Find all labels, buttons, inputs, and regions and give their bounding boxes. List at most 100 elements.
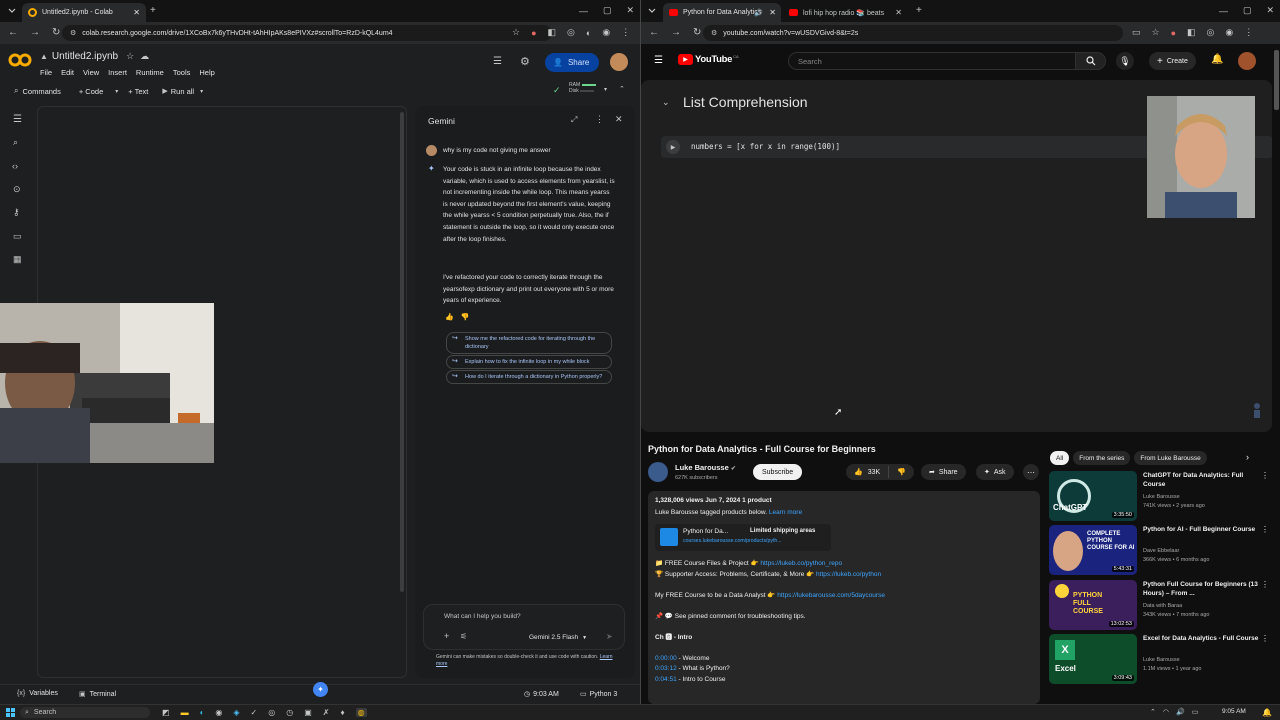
extension-icon[interactable]: ◎ xyxy=(1207,27,1215,38)
thumbs-up-icon[interactable]: 👍 xyxy=(445,313,454,321)
add-text-button[interactable]: + Text xyxy=(128,87,148,96)
extension-icon[interactable]: ◎ xyxy=(567,27,575,38)
menu-insert[interactable]: Insert xyxy=(108,68,127,77)
notification-bell-icon[interactable]: 🔔 xyxy=(1262,708,1272,717)
new-tab-icon[interactable]: + xyxy=(916,5,922,16)
gemini-fab-icon[interactable]: ✦ xyxy=(313,682,328,697)
suggestion-chip[interactable]: ↪ How do I iterate through a dictionary … xyxy=(446,370,612,384)
share-button[interactable]: 👤 Share xyxy=(545,53,599,72)
chip-from-series[interactable]: From the series xyxy=(1073,451,1131,465)
learn-more-link[interactable]: Learn more xyxy=(769,509,802,516)
app-icon[interactable]: ✗ xyxy=(323,708,330,717)
variables-icon[interactable]: ⊙ xyxy=(13,184,21,195)
taskbar-search[interactable]: ⌕ Search xyxy=(20,707,150,718)
more-vert-icon[interactable]: ⋮ xyxy=(595,114,604,125)
menu-dots-icon[interactable]: ⋮ xyxy=(621,27,630,38)
url-field[interactable]: ⚙ colab.research.google.com/drive/1XCoBx… xyxy=(62,25,552,41)
app-icon[interactable]: ◷ xyxy=(286,708,293,717)
account-avatar[interactable] xyxy=(610,53,628,71)
tab-youtube-python[interactable]: Python for Data Analytics 🔊 ✕ xyxy=(663,3,781,22)
recommended-video[interactable]: X Excel 3:09:43 Excel for Data Analytics… xyxy=(1049,634,1271,686)
description-link[interactable]: https://lukeb.co/python xyxy=(816,571,881,578)
menu-runtime[interactable]: Runtime xyxy=(136,68,164,77)
video-thumbnail[interactable]: ChatGPT 3:35:50 xyxy=(1049,471,1137,521)
chapter-timestamp[interactable]: 0:03:12 xyxy=(655,665,677,672)
send-icon[interactable]: ➤ xyxy=(606,632,613,641)
toc-icon[interactable]: ☰ xyxy=(13,114,22,125)
chevron-right-icon[interactable]: › xyxy=(1246,452,1249,462)
video-description[interactable]: 1,328,006 views Jun 7, 2024 1 product Lu… xyxy=(648,491,1040,704)
cast-icon[interactable]: ▭ xyxy=(1132,27,1141,38)
model-selector[interactable]: Gemini 2.5 Flash ▼ xyxy=(529,634,587,641)
like-button[interactable]: 👍 33K xyxy=(846,464,888,480)
chip-all[interactable]: All xyxy=(1050,451,1070,465)
profile-icon[interactable]: ◉ xyxy=(1225,27,1233,38)
files-folder-icon[interactable]: ▭ xyxy=(13,231,22,242)
back-icon[interactable]: ← xyxy=(8,27,18,38)
minimize-icon[interactable]: — xyxy=(1219,6,1228,16)
page-scrollbar[interactable] xyxy=(1274,50,1279,110)
menu-tools[interactable]: Tools xyxy=(173,68,191,77)
comments-icon[interactable]: ☰ xyxy=(493,56,502,67)
add-attachment-icon[interactable]: + xyxy=(444,631,449,641)
dislike-button[interactable]: 👎 xyxy=(889,464,914,480)
menu-dots-icon[interactable]: ⋮ xyxy=(1244,27,1253,38)
hamburger-menu-icon[interactable]: ☰ xyxy=(654,55,663,66)
maximize-icon[interactable]: ▢ xyxy=(1243,5,1252,16)
app-icon[interactable]: ✓ xyxy=(251,708,258,717)
tab-list-icon[interactable] xyxy=(648,6,656,14)
subscribe-button[interactable]: Subscribe xyxy=(753,464,803,480)
account-avatar[interactable] xyxy=(1238,52,1256,70)
close-icon[interactable]: ✕ xyxy=(615,114,623,125)
commands-button[interactable]: Commands xyxy=(22,87,60,96)
extension-icon[interactable]: ◧ xyxy=(1187,27,1196,38)
extension-icon[interactable]: ◐ xyxy=(586,28,591,38)
edge-icon[interactable]: ◐ xyxy=(200,708,205,717)
chrome-icon[interactable]: ◍ xyxy=(355,708,367,717)
menu-file[interactable]: File xyxy=(40,68,52,77)
tab-lofi[interactable]: lofi hip hop radio 📚 beats ✕ xyxy=(783,3,907,22)
youtube-search-input[interactable]: Search xyxy=(788,52,1076,70)
search-button[interactable] xyxy=(1076,52,1106,70)
app-icon[interactable]: ♦ xyxy=(340,708,344,717)
more-actions-icon[interactable]: ⋯ xyxy=(1023,464,1039,480)
recommended-video[interactable]: ChatGPT 3:35:50 ChatGPT for Data Analyti… xyxy=(1049,471,1271,523)
video-player[interactable]: ⌄ List Comprehension ▶ numbers = [x for … xyxy=(641,80,1272,432)
chevron-down-icon[interactable]: ▾ xyxy=(115,88,118,95)
menu-edit[interactable]: Edit xyxy=(61,68,74,77)
notifications-bell-icon[interactable]: 🔔 xyxy=(1211,54,1223,65)
create-button[interactable]: + Create xyxy=(1149,52,1196,70)
video-thumbnail[interactable]: PYTHON FULL COURSE 13:02:53 xyxy=(1049,580,1137,630)
tab-close-icon[interactable]: ✕ xyxy=(769,8,776,17)
resources-indicator[interactable]: RAM Disk xyxy=(569,82,596,94)
tab-close-icon[interactable]: ✕ xyxy=(895,8,902,17)
thumbs-down-icon[interactable]: 👎 xyxy=(461,313,470,321)
suggestion-chip[interactable]: ↪ Show me the refactored code for iterat… xyxy=(446,332,612,354)
youtube-logo[interactable]: ▶ YouTube CA xyxy=(678,54,739,65)
site-info-icon[interactable]: ⚙ xyxy=(711,29,717,37)
player-overlay-icon[interactable] xyxy=(1252,402,1262,420)
battery-icon[interactable]: ▭ xyxy=(1192,708,1199,716)
volume-icon[interactable]: 🔊 xyxy=(1176,708,1185,716)
recommended-video[interactable]: COMPLETE PYTHON COURSE FOR AI 5:43:31 Py… xyxy=(1049,525,1271,577)
maximize-icon[interactable]: ▢ xyxy=(603,5,612,16)
app-icon[interactable]: ◉ xyxy=(215,708,222,717)
product-card[interactable]: Python for Da... Limited shipping areas … xyxy=(655,524,831,551)
video-thumbnail[interactable]: X Excel 3:09:43 xyxy=(1049,634,1137,684)
channel-name-row[interactable]: Luke Barousse ✔ xyxy=(675,463,736,472)
url-field[interactable]: ⚙ youtube.com/watch?v=wUSDVGivd-8&t=2s xyxy=(703,25,1123,41)
app-icon[interactable]: ◈ xyxy=(233,708,239,717)
minimize-icon[interactable]: — xyxy=(579,6,588,16)
notebook-filename[interactable]: Untitled2.ipynb xyxy=(52,51,118,62)
recommended-video[interactable]: PYTHON FULL COURSE 13:02:53 Python Full … xyxy=(1049,580,1271,632)
chip-from-channel[interactable]: From Luke Barousse xyxy=(1134,451,1207,465)
chapter-timestamp[interactable]: 0:04:51 xyxy=(655,676,677,683)
extension-icon[interactable]: ◧ xyxy=(548,27,557,38)
file-explorer-icon[interactable]: ▬ xyxy=(181,708,189,717)
tab-close-icon[interactable]: ✕ xyxy=(133,8,140,17)
more-vert-icon[interactable]: ⋮ xyxy=(1261,471,1269,480)
menu-view[interactable]: View xyxy=(83,68,99,77)
terminal-tab[interactable]: ▣ Terminal xyxy=(79,690,116,699)
network-icon[interactable]: ◠ xyxy=(1163,708,1169,716)
variables-tab[interactable]: {x} Variables xyxy=(17,690,58,697)
